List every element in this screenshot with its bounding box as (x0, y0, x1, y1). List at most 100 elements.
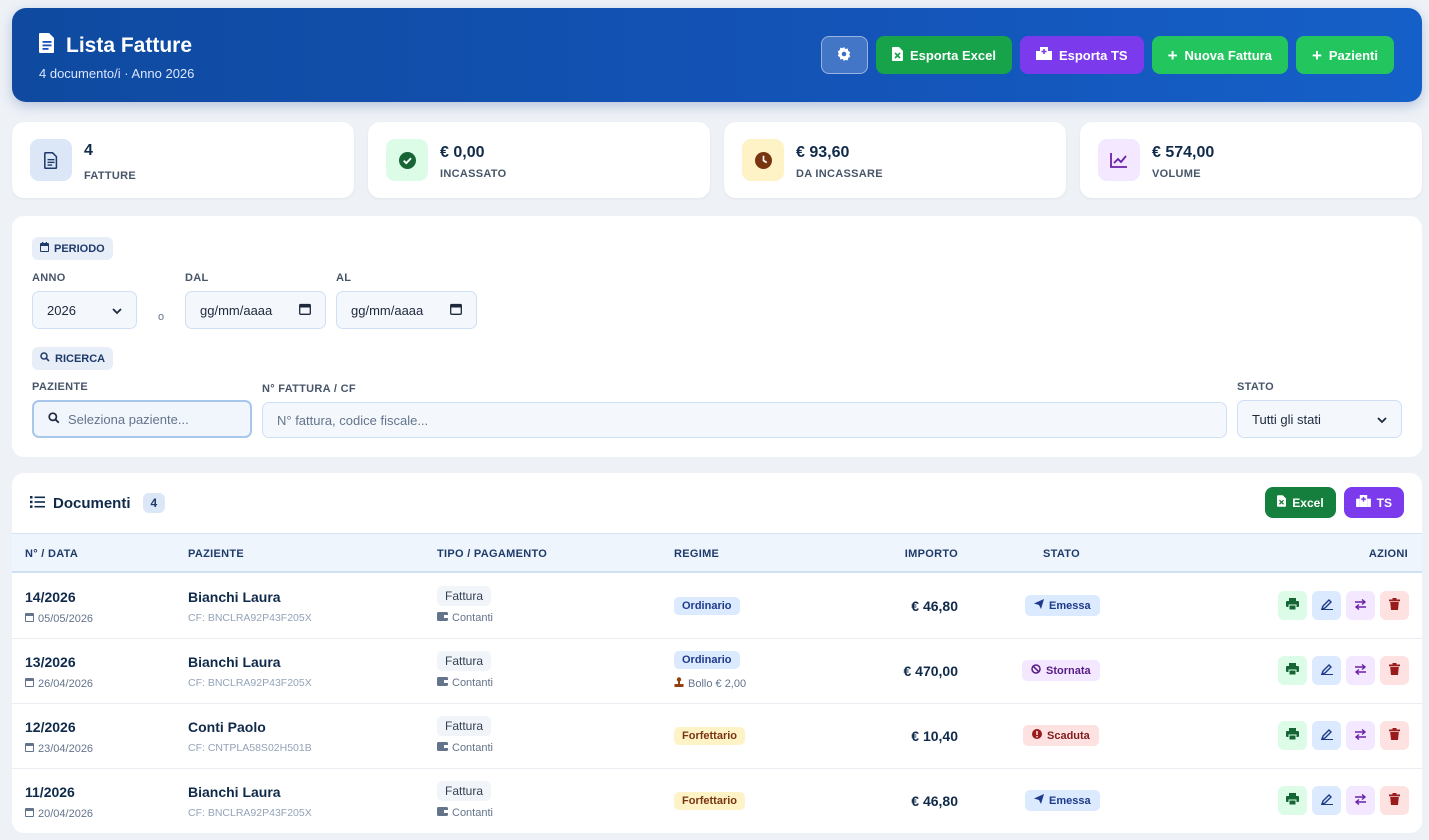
excel-button[interactable]: Excel (1265, 487, 1336, 518)
dal-placeholder: gg/mm/aaaa (200, 302, 273, 318)
patients-button[interactable]: + Pazienti (1295, 36, 1394, 74)
trash-icon (1389, 662, 1400, 680)
edit-button[interactable] (1312, 656, 1341, 685)
edit-button[interactable] (1312, 786, 1341, 815)
stat-card-volume: € 574,00 VOLUME (1080, 122, 1422, 198)
edit-button[interactable] (1312, 721, 1341, 750)
search-chip-label: RICERCA (55, 352, 106, 365)
ts-button[interactable]: TS (1343, 487, 1404, 518)
patient-name: Bianchi Laura (188, 589, 281, 605)
chevron-down-icon (1377, 412, 1387, 427)
wallet-icon (437, 807, 448, 819)
anno-select-value: 2026 (47, 302, 76, 318)
pencil-icon (1320, 597, 1333, 615)
convert-button[interactable] (1346, 721, 1375, 750)
pencil-icon (1320, 727, 1333, 745)
trash-icon (1389, 727, 1400, 745)
excel-file-icon (891, 46, 903, 64)
status-text: Emessa (1049, 794, 1091, 807)
exclamation-circle-icon (1032, 729, 1042, 742)
table-row[interactable]: 11/2026 20/04/2026 Bianchi Laura CF: BNC… (12, 769, 1422, 833)
table-row[interactable]: 14/2026 05/05/2026 Bianchi Laura CF: BNC… (12, 574, 1422, 639)
paziente-search-input[interactable]: Seleziona paziente... (32, 400, 252, 438)
document-icon (38, 32, 56, 59)
page-subtitle: 4 documento/i · Anno 2026 (39, 66, 195, 81)
invoice-amount: € 470,00 (903, 663, 959, 679)
export-excel-button[interactable]: Esporta Excel (875, 36, 1012, 74)
search-chip: RICERCA (32, 347, 114, 370)
anno-select[interactable]: 2026 (32, 291, 137, 329)
invoice-amount: € 46,80 (911, 598, 958, 614)
column-header: PAZIENTE (188, 548, 244, 560)
status-text: Scaduta (1047, 729, 1090, 742)
al-label: AL (336, 272, 352, 284)
calendar-icon (40, 242, 49, 255)
new-invoice-button[interactable]: + Nuova Fattura (1151, 36, 1288, 74)
stat-value: € 93,60 (796, 144, 850, 161)
or-separator: o (158, 311, 165, 323)
excel-button-label: Excel (1292, 495, 1324, 510)
calendar-icon (25, 677, 34, 690)
filters-panel: PERIODO ANNO 2026 o DAL gg/mm/aaaa AL gg… (12, 216, 1422, 457)
page-header: Lista Fatture 4 documento/i · Anno 2026 … (12, 8, 1422, 102)
payment-method: Contanti (437, 742, 493, 754)
convert-button[interactable] (1346, 656, 1375, 685)
wallet-icon (437, 677, 448, 689)
invoice-amount: € 10,40 (911, 728, 958, 744)
convert-button[interactable] (1346, 591, 1375, 620)
printer-icon (1286, 662, 1299, 680)
documents-title: Documenti (53, 494, 131, 512)
al-placeholder: gg/mm/aaaa (351, 302, 424, 318)
convert-button[interactable] (1346, 786, 1375, 815)
patient-name: Bianchi Laura (188, 654, 281, 670)
delete-button[interactable] (1380, 591, 1409, 620)
new-invoice-label: Nuova Fattura (1184, 47, 1272, 63)
stat-card-incassato: € 0,00 INCASSATO (368, 122, 710, 198)
table-row[interactable]: 12/2026 23/04/2026 Conti Paolo CF: CNTPL… (12, 704, 1422, 769)
hospital-icon (1355, 495, 1371, 510)
edit-button[interactable] (1312, 591, 1341, 620)
print-button[interactable] (1278, 721, 1307, 750)
delete-button[interactable] (1380, 656, 1409, 685)
invoice-number: 14/2026 (25, 589, 76, 605)
stamp-icon (674, 677, 684, 690)
dal-date-input[interactable]: gg/mm/aaaa (185, 291, 326, 329)
plus-icon: + (1167, 45, 1178, 65)
al-date-input[interactable]: gg/mm/aaaa (336, 291, 477, 329)
ban-icon (1031, 664, 1041, 677)
exchange-icon (1354, 792, 1367, 810)
wallet-icon (437, 612, 448, 624)
plus-icon: + (1311, 45, 1322, 65)
clock-icon (742, 139, 784, 181)
stato-select[interactable]: Tutti gli stati (1237, 400, 1402, 438)
invoice-date-text: 05/05/2026 (38, 612, 94, 625)
printer-icon (1286, 792, 1299, 810)
paper-plane-icon (1034, 599, 1044, 612)
chart-line-icon (1098, 139, 1140, 181)
regime-badge: Forfettario (674, 792, 745, 810)
payment-method: Contanti (437, 677, 493, 689)
payment-method-text: Contanti (452, 612, 493, 624)
ts-button-label: TS (1376, 495, 1392, 510)
patient-cf: CF: BNCLRA92P43F205X (188, 807, 312, 819)
patient-name: Conti Paolo (188, 719, 266, 735)
anno-label: ANNO (32, 272, 66, 284)
period-chip-label: PERIODO (54, 242, 105, 255)
stato-label: STATO (1237, 381, 1274, 393)
delete-button[interactable] (1380, 786, 1409, 815)
printer-icon (1286, 597, 1299, 615)
print-button[interactable] (1278, 591, 1307, 620)
table-row[interactable]: 13/2026 26/04/2026 Bianchi Laura CF: BNC… (12, 639, 1422, 704)
exchange-icon (1354, 662, 1367, 680)
numero-cf-input[interactable]: N° fattura, codice fiscale... (262, 402, 1227, 438)
stat-value: € 0,00 (440, 144, 485, 161)
print-button[interactable] (1278, 656, 1307, 685)
delete-button[interactable] (1380, 721, 1409, 750)
print-button[interactable] (1278, 786, 1307, 815)
stat-label: INCASSATO (440, 168, 507, 180)
export-ts-button[interactable]: Esporta TS (1019, 36, 1144, 74)
stat-label: DA INCASSARE (796, 168, 883, 180)
regime-badge: Ordinario (674, 651, 740, 669)
settings-button[interactable] (820, 36, 868, 74)
stato-select-value: Tutti gli stati (1252, 411, 1321, 427)
